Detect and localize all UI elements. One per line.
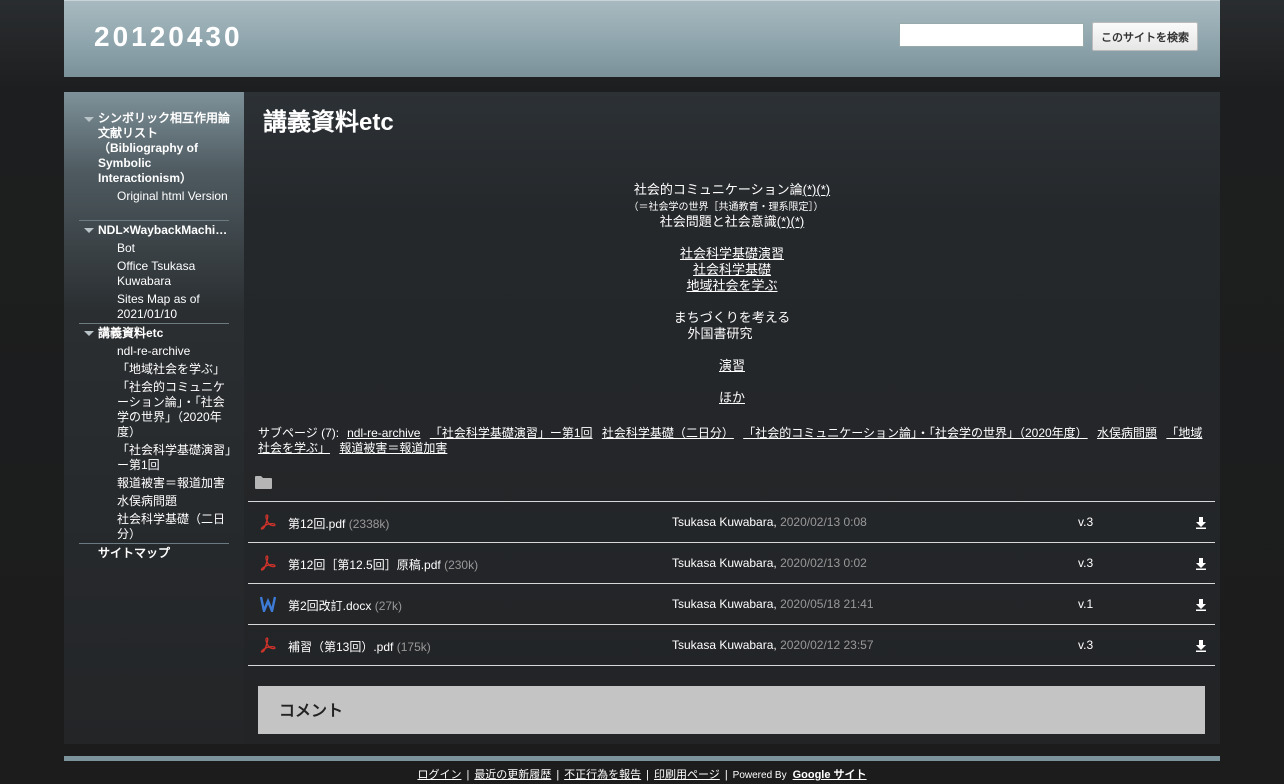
file-name[interactable]: 第12回［第12.5回］原稿.pdf (230k) xyxy=(288,556,478,573)
footer-recent-activity-link[interactable]: 最近の更新履歴 xyxy=(474,769,551,781)
course-link[interactable]: (*) xyxy=(791,214,805,229)
footer-google-sites-link[interactable]: Google サイト xyxy=(793,769,867,781)
course-link[interactable]: (*) xyxy=(803,182,817,197)
file-size: (2338k) xyxy=(348,517,390,531)
download-icon[interactable] xyxy=(1195,640,1207,652)
sidebar-divider xyxy=(79,543,229,544)
course-text-gaikokusho: 外国書研究 xyxy=(687,326,753,341)
subpage-link[interactable]: 「社会的コミュニケーション論」・「社会学の世界」（2020年度） xyxy=(743,426,1087,440)
comments-title: コメント xyxy=(279,703,344,720)
footer-login-link[interactable]: ログイン xyxy=(417,769,461,781)
file-row[interactable]: 第12回［第12.5回］原稿.pdf (230k) Tsukasa Kuwaba… xyxy=(248,542,1215,583)
course-link-others[interactable]: ほか xyxy=(719,390,745,405)
course-text-machizukuri: まちづくりを考える xyxy=(673,310,791,325)
sidebar-item-hodo-higai[interactable]: 報道被害＝報道加害 xyxy=(117,476,235,491)
course-link[interactable]: (*) xyxy=(777,214,791,229)
page-title: 講義資料etc xyxy=(263,109,394,136)
file-date: 2020/02/13 0:08 xyxy=(780,515,867,529)
footer-bar xyxy=(64,756,1220,761)
pdf-icon xyxy=(260,514,276,530)
course-text: 社会問題と社会意識 xyxy=(659,214,777,229)
file-author: Tsukasa Kuwabara, 2020/02/13 0:02 xyxy=(672,556,867,570)
file-name[interactable]: 補習（第13回）.pdf (175k) xyxy=(288,638,431,655)
course-line-social-problems: 社会問題と社会意識(*)(*) xyxy=(244,214,1220,230)
sidebar-item-ndl-wayback[interactable]: NDL×WaybackMachi… xyxy=(98,223,230,238)
file-row[interactable]: 補習（第13回）.pdf (175k) Tsukasa Kuwabara, 20… xyxy=(248,624,1215,666)
sidebar-item-lecture-materials[interactable]: 講義資料etc xyxy=(98,326,232,341)
search-input[interactable] xyxy=(899,23,1084,47)
sidebar-item-bibliography[interactable]: シンボリック相互作用論文献リスト（Bibliography of Symboli… xyxy=(98,111,232,186)
pdf-icon xyxy=(260,637,276,653)
sidebar-item-kiso-enshu[interactable]: 「社会科学基礎演習」ー第1回 xyxy=(117,443,235,473)
file-date: 2020/02/13 0:02 xyxy=(780,556,867,570)
sidebar-divider xyxy=(79,220,229,221)
download-icon[interactable] xyxy=(1195,517,1207,529)
course-line-social-comm: 社会的コミュニケーション論(*)(*) xyxy=(244,182,1220,198)
file-author: Tsukasa Kuwabara, 2020/05/18 21:41 xyxy=(672,597,874,611)
subpage-link[interactable]: 社会科学基礎（二日分） xyxy=(602,426,734,440)
sidebar-item-sitemap[interactable]: サイトマップ xyxy=(98,546,232,561)
file-size: (175k) xyxy=(396,640,431,654)
sidebar-item-original-html[interactable]: Original html Version xyxy=(117,189,235,204)
main-content: 講義資料etc 社会的コミュニケーション論(*)(*) （＝社会学の世界［共通教… xyxy=(244,92,1220,744)
file-row[interactable]: 第12回.pdf (2338k) Tsukasa Kuwabara, 2020/… xyxy=(248,501,1215,542)
sidebar-nav: シンボリック相互作用論文献リスト（Bibliography of Symboli… xyxy=(64,92,244,744)
pdf-icon xyxy=(260,555,276,571)
site-header: 20120430 このサイトを検索 xyxy=(64,0,1220,77)
sidebar-item-chiiki[interactable]: 「地域社会を学ぶ」 xyxy=(117,362,235,377)
file-version[interactable]: v.3 xyxy=(1078,638,1093,652)
word-icon xyxy=(260,596,276,612)
sidebar-item-kiso-2days[interactable]: 社会科学基礎（二日分） xyxy=(117,512,235,542)
file-size: (27k) xyxy=(374,599,403,613)
subpage-link[interactable]: 「社会科学基礎演習」ー第1回 xyxy=(430,426,593,440)
subpages-list: サブページ (7): ndl-re-archive 「社会科学基礎演習」ー第1回 … xyxy=(258,426,1208,456)
file-size: (230k) xyxy=(444,558,479,572)
expand-triangle-icon[interactable] xyxy=(84,117,94,122)
file-date: 2020/05/18 21:41 xyxy=(780,597,874,611)
sidebar-item-social-comm[interactable]: 「社会的コミュニケーション論」・「社会学の世界」（2020年度） xyxy=(117,380,235,440)
course-link-kiso[interactable]: 社会科学基礎 xyxy=(693,262,771,277)
file-row[interactable]: 第2回改訂.docx (27k) Tsukasa Kuwabara, 2020/… xyxy=(248,583,1215,624)
course-link-kiso-enshu[interactable]: 社会科学基礎演習 xyxy=(680,246,784,261)
download-icon[interactable] xyxy=(1195,558,1207,570)
sidebar-item-ndl-re-archive[interactable]: ndl-re-archive xyxy=(117,344,235,359)
subpages-label: サブページ (7): xyxy=(258,426,340,440)
site-footer: ログイン | 最近の更新履歴 | 不正行為を報告 | 印刷用ページ | Powered By Go… xyxy=(417,769,867,781)
sidebar-item-minamata[interactable]: 水俣病問題 xyxy=(117,494,235,509)
subpage-link[interactable]: ndl-re-archive xyxy=(347,426,420,440)
course-text: 社会的コミュニケーション論 xyxy=(633,182,803,197)
site-title[interactable]: 20120430 xyxy=(94,21,243,53)
sidebar-item-office[interactable]: Office Tsukasa Kuwabara xyxy=(117,259,235,289)
sidebar-divider xyxy=(79,323,229,324)
file-version[interactable]: v.3 xyxy=(1078,556,1093,570)
expand-triangle-icon[interactable] xyxy=(84,228,94,233)
file-version[interactable]: v.3 xyxy=(1078,515,1093,529)
footer-powered-by: Powered By xyxy=(732,770,787,781)
subpage-link[interactable]: 水俣病問題 xyxy=(1097,426,1157,440)
course-link[interactable]: (*) xyxy=(816,182,830,197)
subpage-link[interactable]: 報道被害＝報道加害 xyxy=(339,441,447,455)
sidebar-item-bot[interactable]: Bot xyxy=(117,241,235,256)
folder-icon xyxy=(255,476,272,489)
download-icon[interactable] xyxy=(1195,599,1207,611)
course-link-chiiki[interactable]: 地域社会を学ぶ xyxy=(686,278,777,293)
sidebar-item-sites-map[interactable]: Sites Map as of 2021/01/10 xyxy=(117,292,235,322)
file-version[interactable]: v.1 xyxy=(1078,597,1093,611)
file-name[interactable]: 第12回.pdf (2338k) xyxy=(288,515,389,532)
search-site-button[interactable]: このサイトを検索 xyxy=(1092,22,1198,51)
file-date: 2020/02/12 23:57 xyxy=(780,638,874,652)
footer-report-abuse-link[interactable]: 不正行為を報告 xyxy=(564,769,641,781)
course-link-enshu[interactable]: 演習 xyxy=(719,358,745,373)
comments-section: コメント xyxy=(258,686,1205,734)
file-author: Tsukasa Kuwabara, 2020/02/13 0:08 xyxy=(672,515,867,529)
expand-triangle-icon[interactable] xyxy=(84,331,94,336)
file-author: Tsukasa Kuwabara, 2020/02/12 23:57 xyxy=(672,638,874,652)
footer-print-link[interactable]: 印刷用ページ xyxy=(654,769,720,781)
file-name[interactable]: 第2回改訂.docx (27k) xyxy=(288,597,402,614)
